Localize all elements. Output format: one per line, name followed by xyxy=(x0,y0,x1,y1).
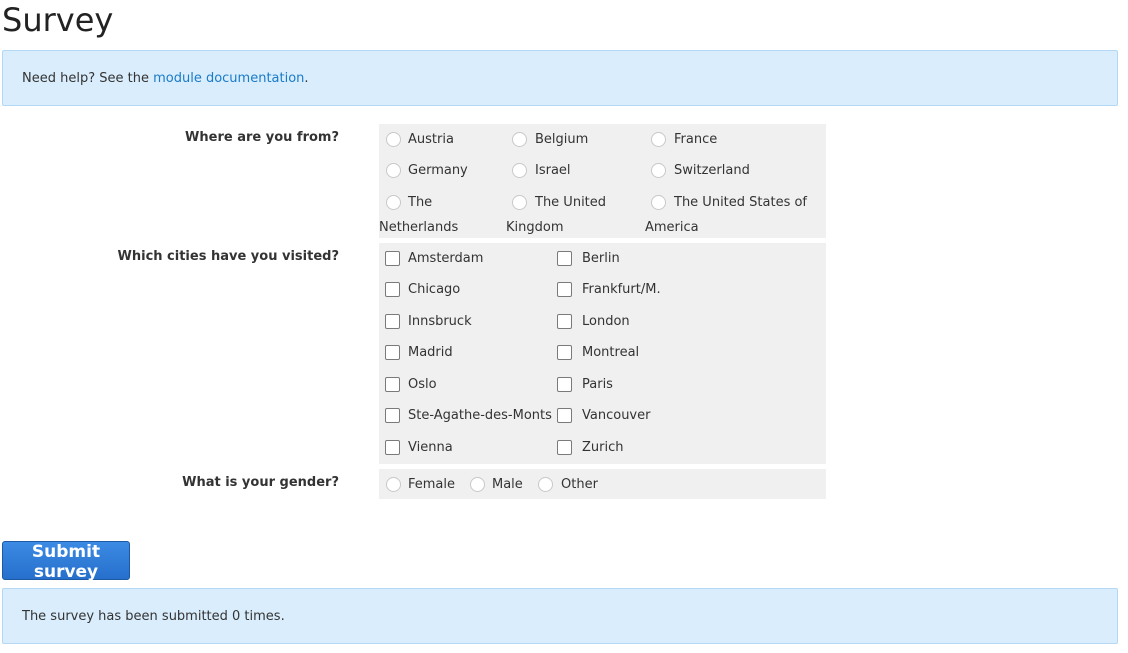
option-label-berlin: Berlin xyxy=(582,251,620,266)
checkbox-london[interactable] xyxy=(557,314,572,329)
option-label-vienna: Vienna xyxy=(408,440,453,455)
page-title: Survey xyxy=(2,1,114,39)
cities-question-label: Which cities have you visited? xyxy=(117,249,339,264)
radio-the-united-states-of-america[interactable] xyxy=(651,195,666,210)
radio-switzerland[interactable] xyxy=(651,163,666,178)
option-label-germany: Germany xyxy=(408,163,468,178)
radio-male[interactable] xyxy=(470,477,485,492)
checkbox-innsbruck[interactable] xyxy=(385,314,400,329)
submission-count-text: The survey has been submitted 0 times. xyxy=(22,608,285,624)
help-text: Need help? See the module documentation. xyxy=(22,70,309,86)
option-label-switzerland: Switzerland xyxy=(674,163,750,178)
submit-survey-button[interactable]: Submit survey xyxy=(2,541,130,582)
option-label-oslo: Oslo xyxy=(408,377,437,392)
option-label-austria: Austria xyxy=(408,132,454,147)
option-label-vancouver: Vancouver xyxy=(582,408,651,423)
option-label-zurich: Zurich xyxy=(582,440,624,455)
radio-female[interactable] xyxy=(386,477,401,492)
option-label-the-united-states-line2: America xyxy=(645,220,699,235)
option-label-female: Female xyxy=(408,477,456,492)
radio-the-united-kingdom[interactable] xyxy=(512,195,527,210)
option-label-montreal: Montreal xyxy=(582,345,640,360)
checkbox-madrid[interactable] xyxy=(385,345,400,360)
option-label-male: Male xyxy=(492,477,523,492)
checkbox-ste-agathe-des-monts[interactable] xyxy=(385,408,400,423)
option-label-ste-agathe-des-monts: Ste-Agathe-des-Monts xyxy=(408,408,552,423)
option-label-france: France xyxy=(674,132,718,147)
checkbox-amsterdam[interactable] xyxy=(385,251,400,266)
option-label-chicago: Chicago xyxy=(408,282,461,297)
checkbox-zurich[interactable] xyxy=(557,440,572,455)
option-label-london: London xyxy=(582,314,630,329)
country-radio-group: Austria Belgium France Germany Israel Sw… xyxy=(379,124,826,238)
checkbox-oslo[interactable] xyxy=(385,377,400,392)
checkbox-chicago[interactable] xyxy=(385,282,400,297)
gender-radio-group: Female Male Other xyxy=(379,469,826,499)
option-label-madrid: Madrid xyxy=(408,345,453,360)
country-question-label: Where are you from? xyxy=(185,130,339,145)
option-label-the-united-states-line1: The United States of xyxy=(674,195,808,210)
option-label-other: Other xyxy=(561,477,598,492)
checkbox-frankfurt[interactable] xyxy=(557,282,572,297)
option-label-the-united-kingdom-line1: The United xyxy=(535,195,607,210)
option-label-belgium: Belgium xyxy=(535,132,589,147)
radio-france[interactable] xyxy=(651,132,666,147)
option-label-israel: Israel xyxy=(535,163,571,178)
checkbox-paris[interactable] xyxy=(557,377,572,392)
checkbox-berlin[interactable] xyxy=(557,251,572,266)
option-label-the-united-kingdom-line2: Kingdom xyxy=(506,220,564,235)
radio-the-netherlands[interactable] xyxy=(386,195,401,210)
option-label-innsbruck: Innsbruck xyxy=(408,314,472,329)
radio-germany[interactable] xyxy=(386,163,401,178)
radio-belgium[interactable] xyxy=(512,132,527,147)
gender-question-label: What is your gender? xyxy=(182,475,339,490)
option-label-the-netherlands-line2: Netherlands xyxy=(379,220,459,235)
radio-other[interactable] xyxy=(538,477,553,492)
radio-israel[interactable] xyxy=(512,163,527,178)
submission-count-alert: The survey has been submitted 0 times. xyxy=(2,588,1118,644)
option-label-amsterdam: Amsterdam xyxy=(408,251,484,266)
help-alert: Need help? See the module documentation. xyxy=(2,50,1118,106)
module-documentation-link[interactable]: module documentation xyxy=(153,71,304,86)
checkbox-vienna[interactable] xyxy=(385,440,400,455)
radio-austria[interactable] xyxy=(386,132,401,147)
cities-checkbox-group: Amsterdam Berlin Chicago Frankfurt/M. In… xyxy=(379,243,826,464)
checkbox-montreal[interactable] xyxy=(557,345,572,360)
option-label-paris: Paris xyxy=(582,377,613,392)
checkbox-vancouver[interactable] xyxy=(557,408,572,423)
option-label-the-netherlands-line1: The xyxy=(408,195,433,210)
option-label-frankfurt: Frankfurt/M. xyxy=(582,282,661,297)
